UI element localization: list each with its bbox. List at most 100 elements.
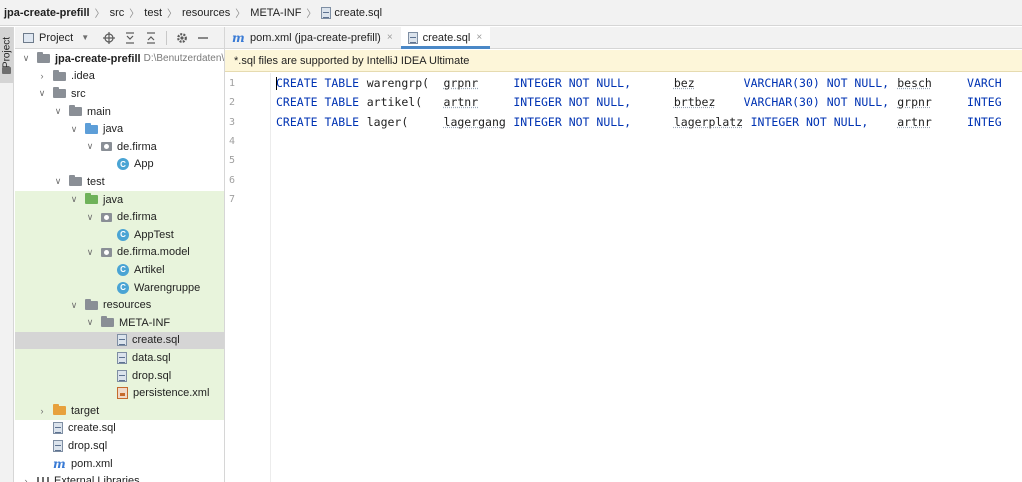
tree-item[interactable]: ›CApp: [15, 156, 224, 174]
tree-item-icon: [69, 175, 82, 187]
sql-keyword: CREATE TABLE: [276, 76, 360, 90]
chevron-down-icon[interactable]: ∨: [53, 106, 63, 117]
collapse-all-icon[interactable]: [145, 31, 157, 44]
close-icon[interactable]: ×: [387, 32, 393, 43]
breadcrumb-test[interactable]: test: [144, 7, 162, 19]
tree-item[interactable]: ›create.sql: [15, 420, 224, 438]
sql-keyword: INTEG: [967, 95, 1002, 110]
tree-item-icon: C: [117, 281, 129, 294]
tree-item[interactable]: ›mpom.xml: [15, 455, 224, 473]
breadcrumb-meta-inf[interactable]: META-INF: [250, 7, 301, 19]
chevron-right-icon[interactable]: ›: [37, 71, 47, 81]
line-number: 1: [229, 78, 236, 89]
tree-item-icon: [101, 316, 114, 328]
tree-item-icon: [53, 69, 66, 81]
tree-item[interactable]: ∨ src: [15, 85, 224, 103]
tree-item[interactable]: › External Libraries: [15, 472, 224, 482]
text-caret: [276, 77, 277, 90]
minimize-icon[interactable]: [197, 32, 209, 44]
breadcrumb-file[interactable]: create.sql: [321, 6, 382, 19]
chevron-right-icon[interactable]: ›: [21, 476, 31, 482]
editor-tab[interactable]: m pom.xml (jpa-create-prefill) ×: [225, 27, 401, 48]
chevron-right-icon: 〉: [306, 9, 317, 20]
chevron-down-icon[interactable]: ∨: [85, 212, 95, 223]
excluded-folder-icon: [53, 404, 66, 416]
tree-item[interactable]: ∨ main: [15, 103, 224, 121]
chevron-right-icon[interactable]: ›: [37, 406, 47, 416]
sql-identifier: artikel(: [366, 95, 423, 110]
tree-item[interactable]: ∨ de.firma: [15, 138, 224, 156]
code-line: CREATE TABLE lager(lagergang INTEGER NOT N…: [276, 113, 1022, 132]
tree-item[interactable]: ∨ resources: [15, 296, 224, 314]
breadcrumb-resources[interactable]: resources: [182, 7, 230, 19]
tree-item[interactable]: ∨ java: [15, 120, 224, 138]
tree-item[interactable]: › target: [15, 402, 224, 420]
java-class-icon: C: [117, 228, 129, 241]
sql-keyword: VARCH: [967, 76, 1002, 90]
tree-item[interactable]: ›CArtikel: [15, 261, 224, 279]
tree-item-icon: m: [53, 457, 66, 471]
notice-text: *.sql files are supported by IntelliJ ID…: [234, 54, 470, 67]
chevron-down-icon[interactable]: ∨: [85, 317, 95, 328]
breadcrumb-project[interactable]: jpa-create-prefill: [4, 7, 90, 19]
tree-item[interactable]: ∨ test: [15, 173, 224, 191]
project-tree: ∨ jpa-create-prefill D:\Benutzerdaten\ › .id…: [15, 49, 224, 482]
locate-icon[interactable]: [103, 31, 116, 44]
tree-item-label: META-INF: [119, 316, 171, 329]
java-class-icon: C: [117, 281, 129, 294]
tree-item-icon: [117, 387, 128, 400]
editor-tab-label: pom.xml (jpa-create-prefill): [250, 31, 381, 44]
package-icon: [101, 212, 112, 222]
tree-item[interactable]: ›drop.sql: [15, 437, 224, 455]
tree-item[interactable]: ›CAppTest: [15, 226, 224, 244]
tree-item-label: src: [71, 87, 86, 100]
tree-item[interactable]: ∨ jpa-create-prefill D:\Benutzerdaten\: [15, 50, 224, 68]
expand-all-icon[interactable]: [124, 31, 136, 44]
sql-identifier: besch: [897, 76, 932, 90]
chevron-down-icon[interactable]: ∨: [53, 176, 63, 187]
java-class-icon: C: [117, 158, 129, 171]
navigation-bar: jpa-create-prefill 〉 src 〉 test 〉 resour…: [0, 0, 1022, 26]
tree-item[interactable]: ∨ java: [15, 190, 224, 209]
tree-item[interactable]: ›CWarengruppe: [15, 278, 224, 297]
tree-item[interactable]: › .idea: [15, 68, 224, 86]
tree-item-label: App: [134, 158, 154, 171]
breadcrumb-src[interactable]: src: [110, 7, 125, 19]
sql-identifier: lager(: [366, 114, 409, 129]
chevron-down-icon[interactable]: ∨: [85, 247, 95, 258]
project-view-selector[interactable]: Project: [39, 32, 73, 44]
tree-item[interactable]: ∨ de.firma: [15, 208, 224, 226]
chevron-right-icon: 〉: [129, 9, 140, 20]
sql-file-icon: [117, 351, 127, 364]
chevron-down-icon[interactable]: ∨: [69, 194, 79, 205]
project-tool-window-button[interactable]: Project: [0, 27, 13, 83]
sql-keyword: VARCHAR(30) NOT NULL,: [743, 95, 890, 110]
code-editor[interactable]: CREATE TABLE warengrp(grpnr INTEGER NOT NU…: [276, 73, 1022, 482]
tree-item-label: persistence.xml: [133, 387, 210, 400]
chevron-down-icon[interactable]: ∨: [69, 300, 79, 311]
test-folder-icon: [85, 193, 98, 205]
chevron-down-icon[interactable]: ∨: [85, 141, 95, 152]
project-view-icon: [23, 32, 34, 43]
chevron-down-icon[interactable]: ∨: [37, 88, 47, 99]
tree-item[interactable]: ›create.sql: [15, 331, 224, 350]
package-icon: [101, 142, 112, 152]
tree-item[interactable]: ∨ META-INF: [15, 314, 224, 332]
code-line: CREATE TABLE warengrp(grpnr INTEGER NOT NU…: [276, 74, 1022, 93]
editor-tab[interactable]: create.sql ×: [400, 27, 491, 49]
tree-item[interactable]: ›data.sql: [15, 349, 224, 367]
tree-item[interactable]: ›drop.sql: [15, 366, 224, 385]
chevron-down-icon[interactable]: ▼: [81, 33, 89, 42]
chevron-down-icon[interactable]: ∨: [69, 124, 79, 135]
chevron-down-icon[interactable]: ∨: [21, 53, 31, 64]
folder-icon: [37, 52, 50, 64]
tree-item-label: de.firma: [117, 211, 157, 224]
tree-item[interactable]: ∨ de.firma.model: [15, 243, 224, 262]
tree-item[interactable]: ›persistence.xml: [15, 384, 224, 402]
tree-item-icon: [117, 351, 127, 364]
gear-icon[interactable]: [176, 32, 188, 44]
sql-identifier: warengrp(: [366, 76, 430, 90]
tree-item-icon: [85, 122, 98, 134]
close-icon[interactable]: ×: [476, 32, 482, 43]
tree-item-icon: [117, 369, 127, 382]
